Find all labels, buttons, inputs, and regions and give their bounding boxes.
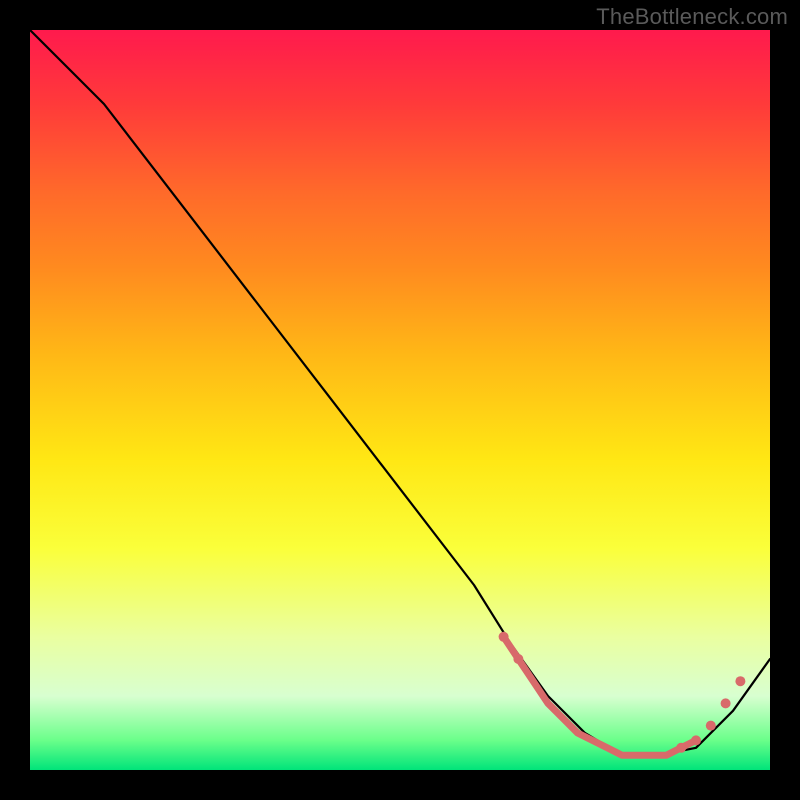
bottleneck-curve (30, 30, 770, 755)
optimal-range-line (504, 637, 696, 755)
marker-dot (735, 676, 745, 686)
marker-dot (499, 632, 509, 642)
curve-layer (30, 30, 770, 770)
watermark-text: TheBottleneck.com (596, 4, 788, 30)
marker-dot (706, 721, 716, 731)
marker-dot (676, 743, 686, 753)
marker-dot (513, 654, 523, 664)
gradient-plot-area (30, 30, 770, 770)
marker-dot (691, 735, 701, 745)
chart-frame: TheBottleneck.com (0, 0, 800, 800)
marker-dot (721, 698, 731, 708)
